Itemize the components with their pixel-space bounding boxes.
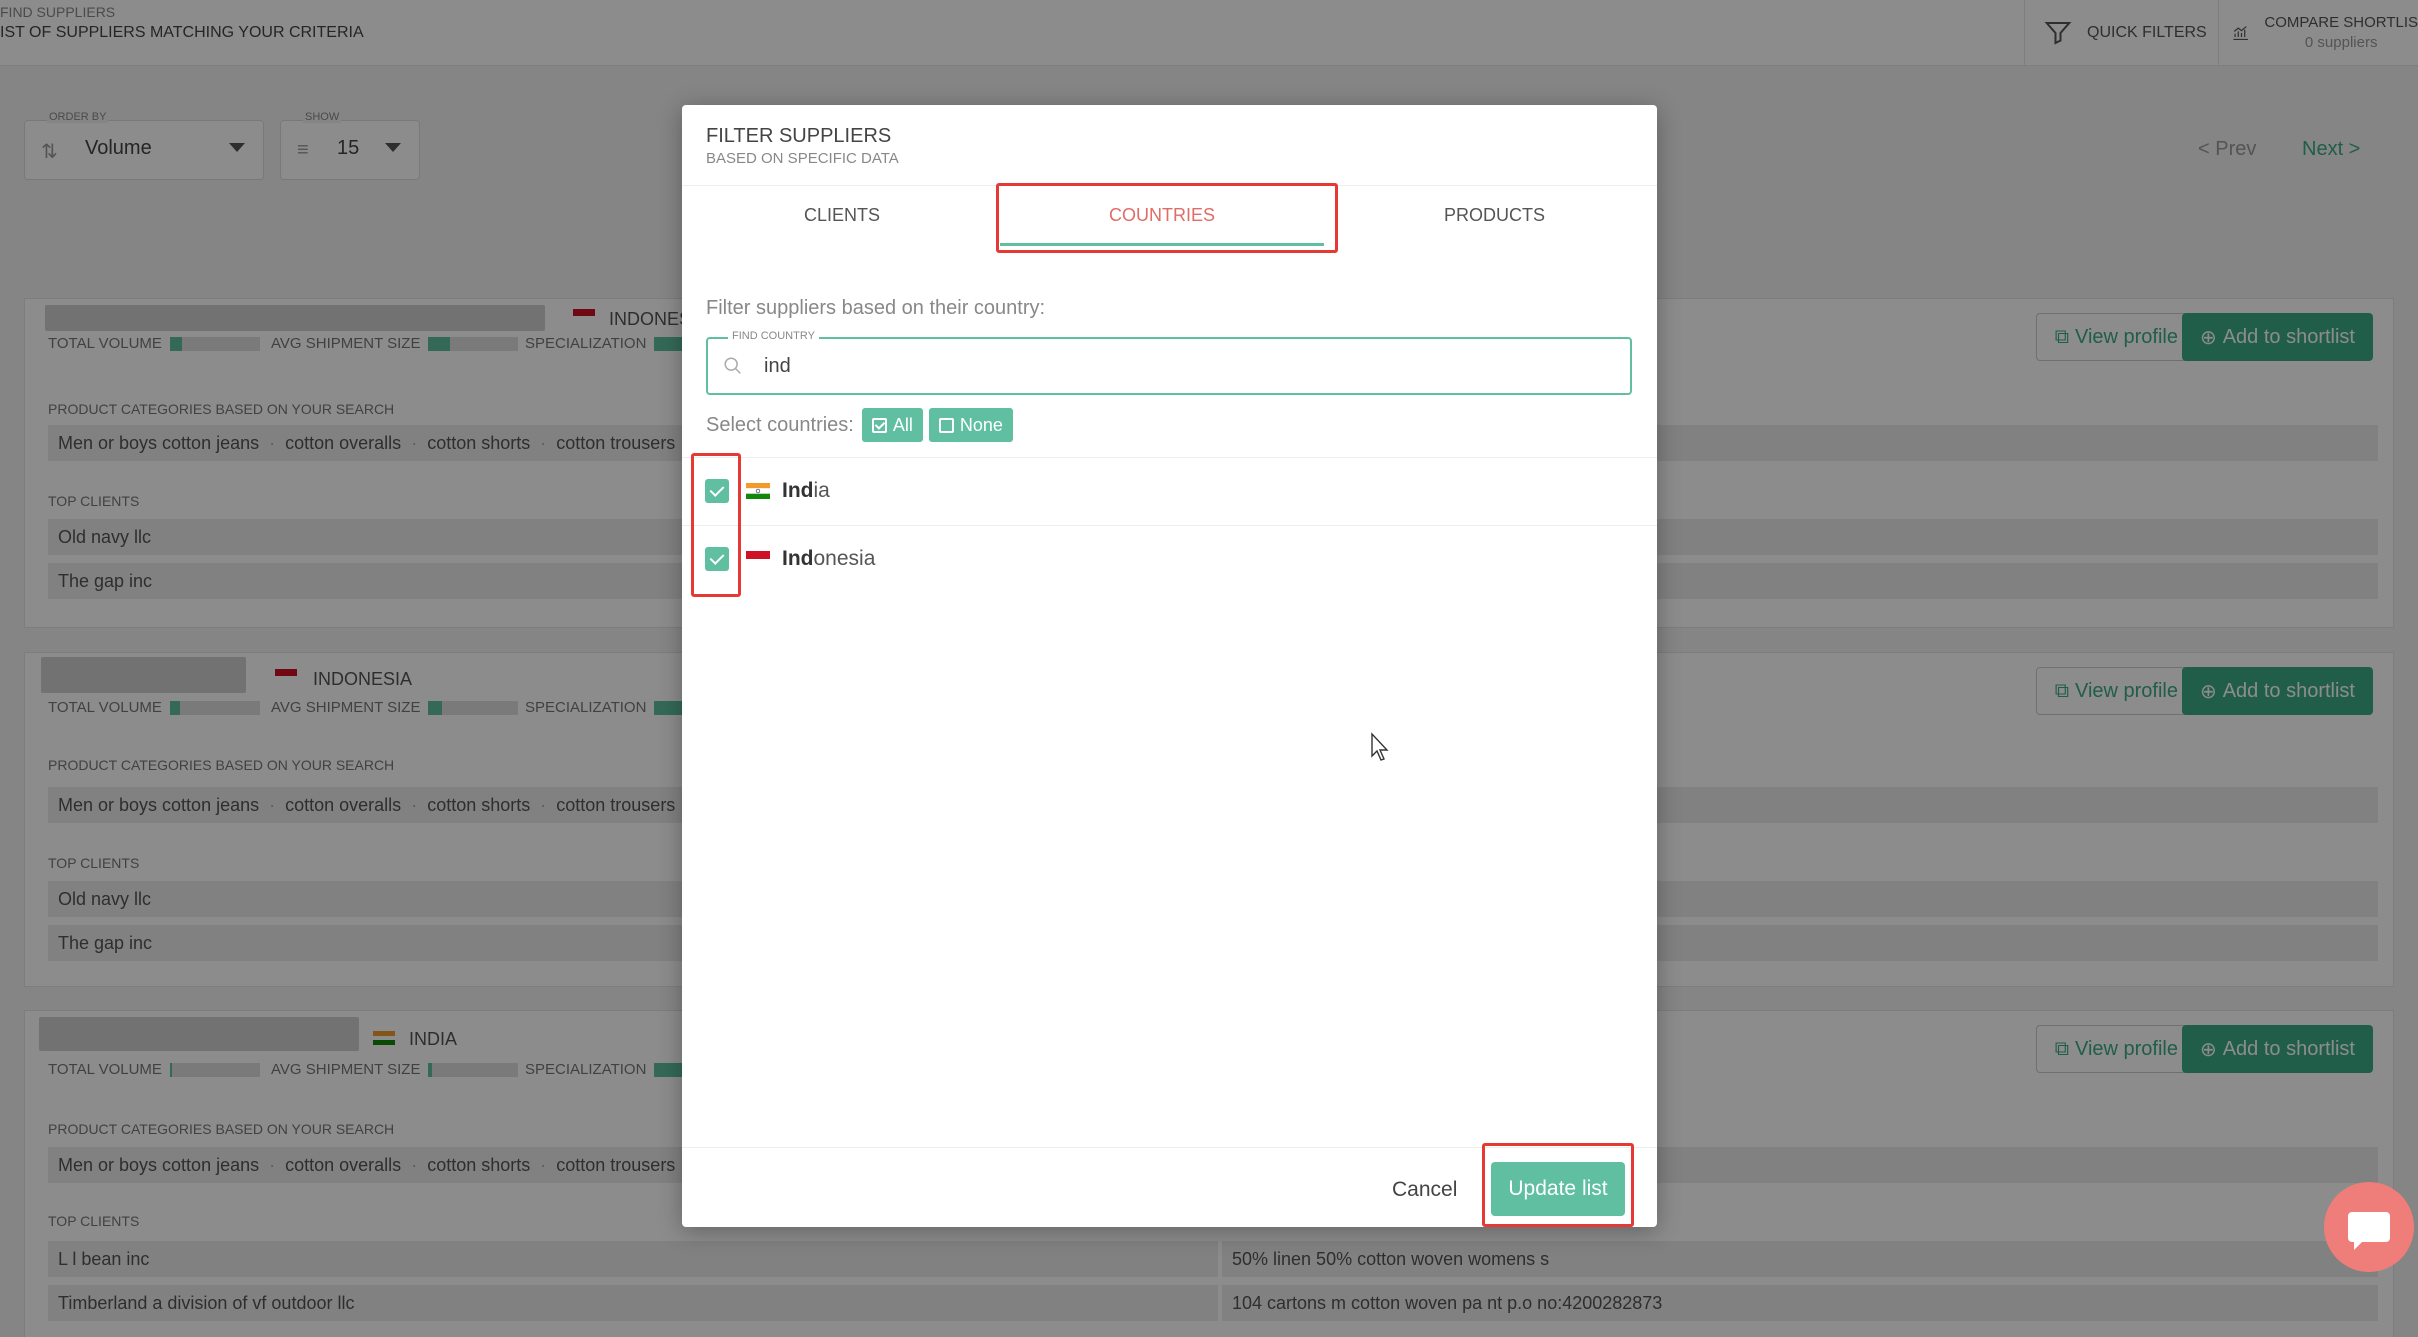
modal-subtitle: BASED ON SPECIFIC DATA bbox=[706, 150, 899, 167]
tab-clients[interactable]: CLIENTS bbox=[682, 205, 1002, 226]
filter-instruction: Filter suppliers based on their country: bbox=[706, 297, 1046, 319]
select-countries-row: Select countries: All None bbox=[706, 407, 1019, 443]
select-none-button[interactable]: None bbox=[928, 408, 1013, 442]
empty-box-icon bbox=[938, 417, 954, 433]
country-name: Indonesia bbox=[782, 547, 876, 570]
filter-suppliers-modal: FILTER SUPPLIERS BASED ON SPECIFIC DATA … bbox=[682, 105, 1657, 1227]
modal-title: FILTER SUPPLIERS bbox=[706, 125, 892, 147]
select-countries-label: Select countries: bbox=[706, 413, 854, 436]
search-icon bbox=[724, 357, 741, 374]
country-name: India bbox=[782, 479, 830, 502]
find-country-input[interactable] bbox=[764, 349, 1604, 383]
cancel-button[interactable]: Cancel bbox=[1392, 1165, 1457, 1215]
country-option-india[interactable]: India bbox=[682, 458, 1657, 524]
highlight-box bbox=[691, 453, 741, 597]
highlight-box bbox=[1482, 1143, 1634, 1227]
india-flag-icon bbox=[746, 483, 770, 499]
chat-button[interactable] bbox=[2324, 1182, 2414, 1272]
highlight-box bbox=[996, 183, 1338, 253]
indonesia-flag-icon bbox=[746, 551, 770, 567]
cursor-icon bbox=[1371, 732, 1389, 761]
select-all-button[interactable]: All bbox=[861, 408, 923, 442]
find-country-label: FIND COUNTRY bbox=[728, 330, 819, 342]
country-option-indonesia[interactable]: Indonesia bbox=[682, 526, 1657, 592]
tab-products[interactable]: PRODUCTS bbox=[1332, 205, 1657, 226]
checked-box-icon bbox=[871, 417, 887, 433]
find-country-field[interactable]: FIND COUNTRY bbox=[706, 330, 1632, 395]
chat-icon bbox=[2348, 1212, 2390, 1250]
